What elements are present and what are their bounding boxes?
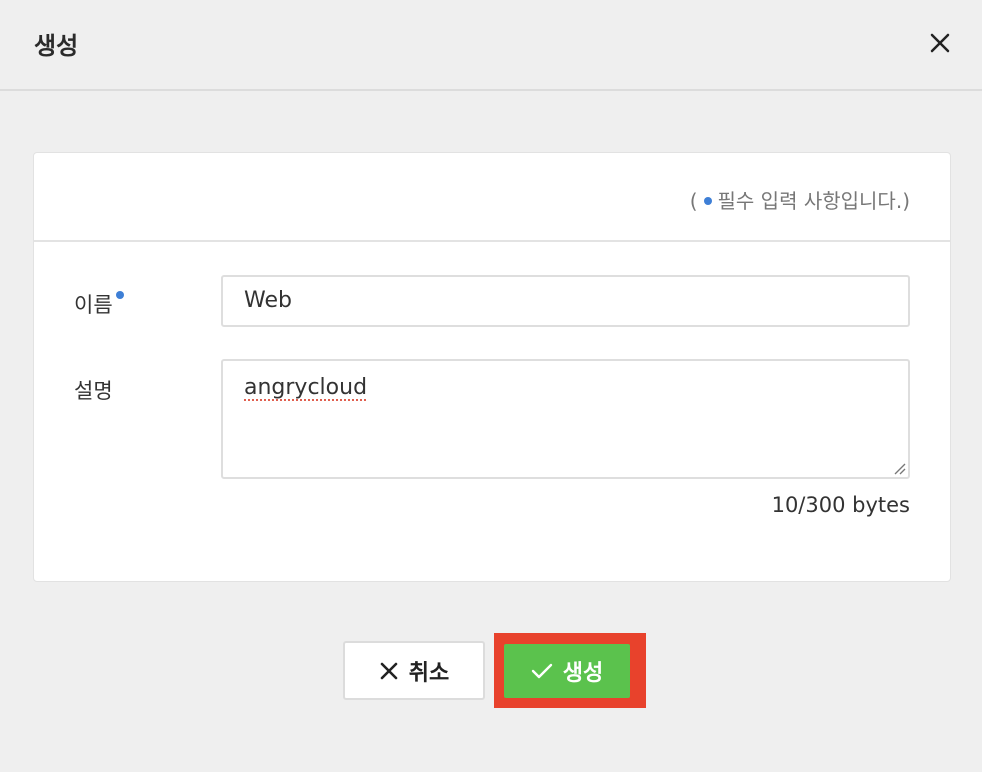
create-button[interactable]: 생성 — [504, 644, 630, 698]
description-textarea[interactable]: angrycloud — [221, 359, 910, 479]
check-icon — [531, 663, 552, 679]
required-note-open: ( — [689, 189, 698, 213]
close-icon[interactable] — [924, 27, 956, 59]
dialog-header: 생성 — [0, 0, 982, 91]
dialog-title: 생성 — [34, 32, 79, 60]
description-text: angrycloud — [244, 375, 368, 400]
required-note: ( 필수 입력 사항입니다.) — [690, 185, 910, 214]
close-icon — [380, 662, 398, 679]
resize-handle-icon[interactable] — [892, 461, 906, 475]
description-label: 설명 — [74, 379, 113, 403]
name-input[interactable]: Web — [221, 275, 910, 327]
name-label-text: 이름 — [74, 293, 113, 317]
required-dot-icon — [115, 291, 124, 299]
required-note-text: 필수 입력 사항입니다.) — [717, 189, 910, 213]
create-button-highlight: 생성 — [494, 633, 646, 708]
form-card: ( 필수 입력 사항입니다.) 이름 Web 설명 angrycloud 10/3… — [33, 152, 951, 582]
cancel-button-label: 취소 — [408, 660, 450, 686]
cancel-button[interactable]: 취소 — [343, 641, 485, 700]
byte-counter: 10/300 bytes — [771, 493, 910, 517]
required-dot-icon — [703, 196, 712, 205]
form-card-header: ( 필수 입력 사항입니다.) — [34, 153, 950, 242]
create-button-label: 생성 — [562, 661, 604, 686]
name-label: 이름 — [74, 289, 124, 319]
